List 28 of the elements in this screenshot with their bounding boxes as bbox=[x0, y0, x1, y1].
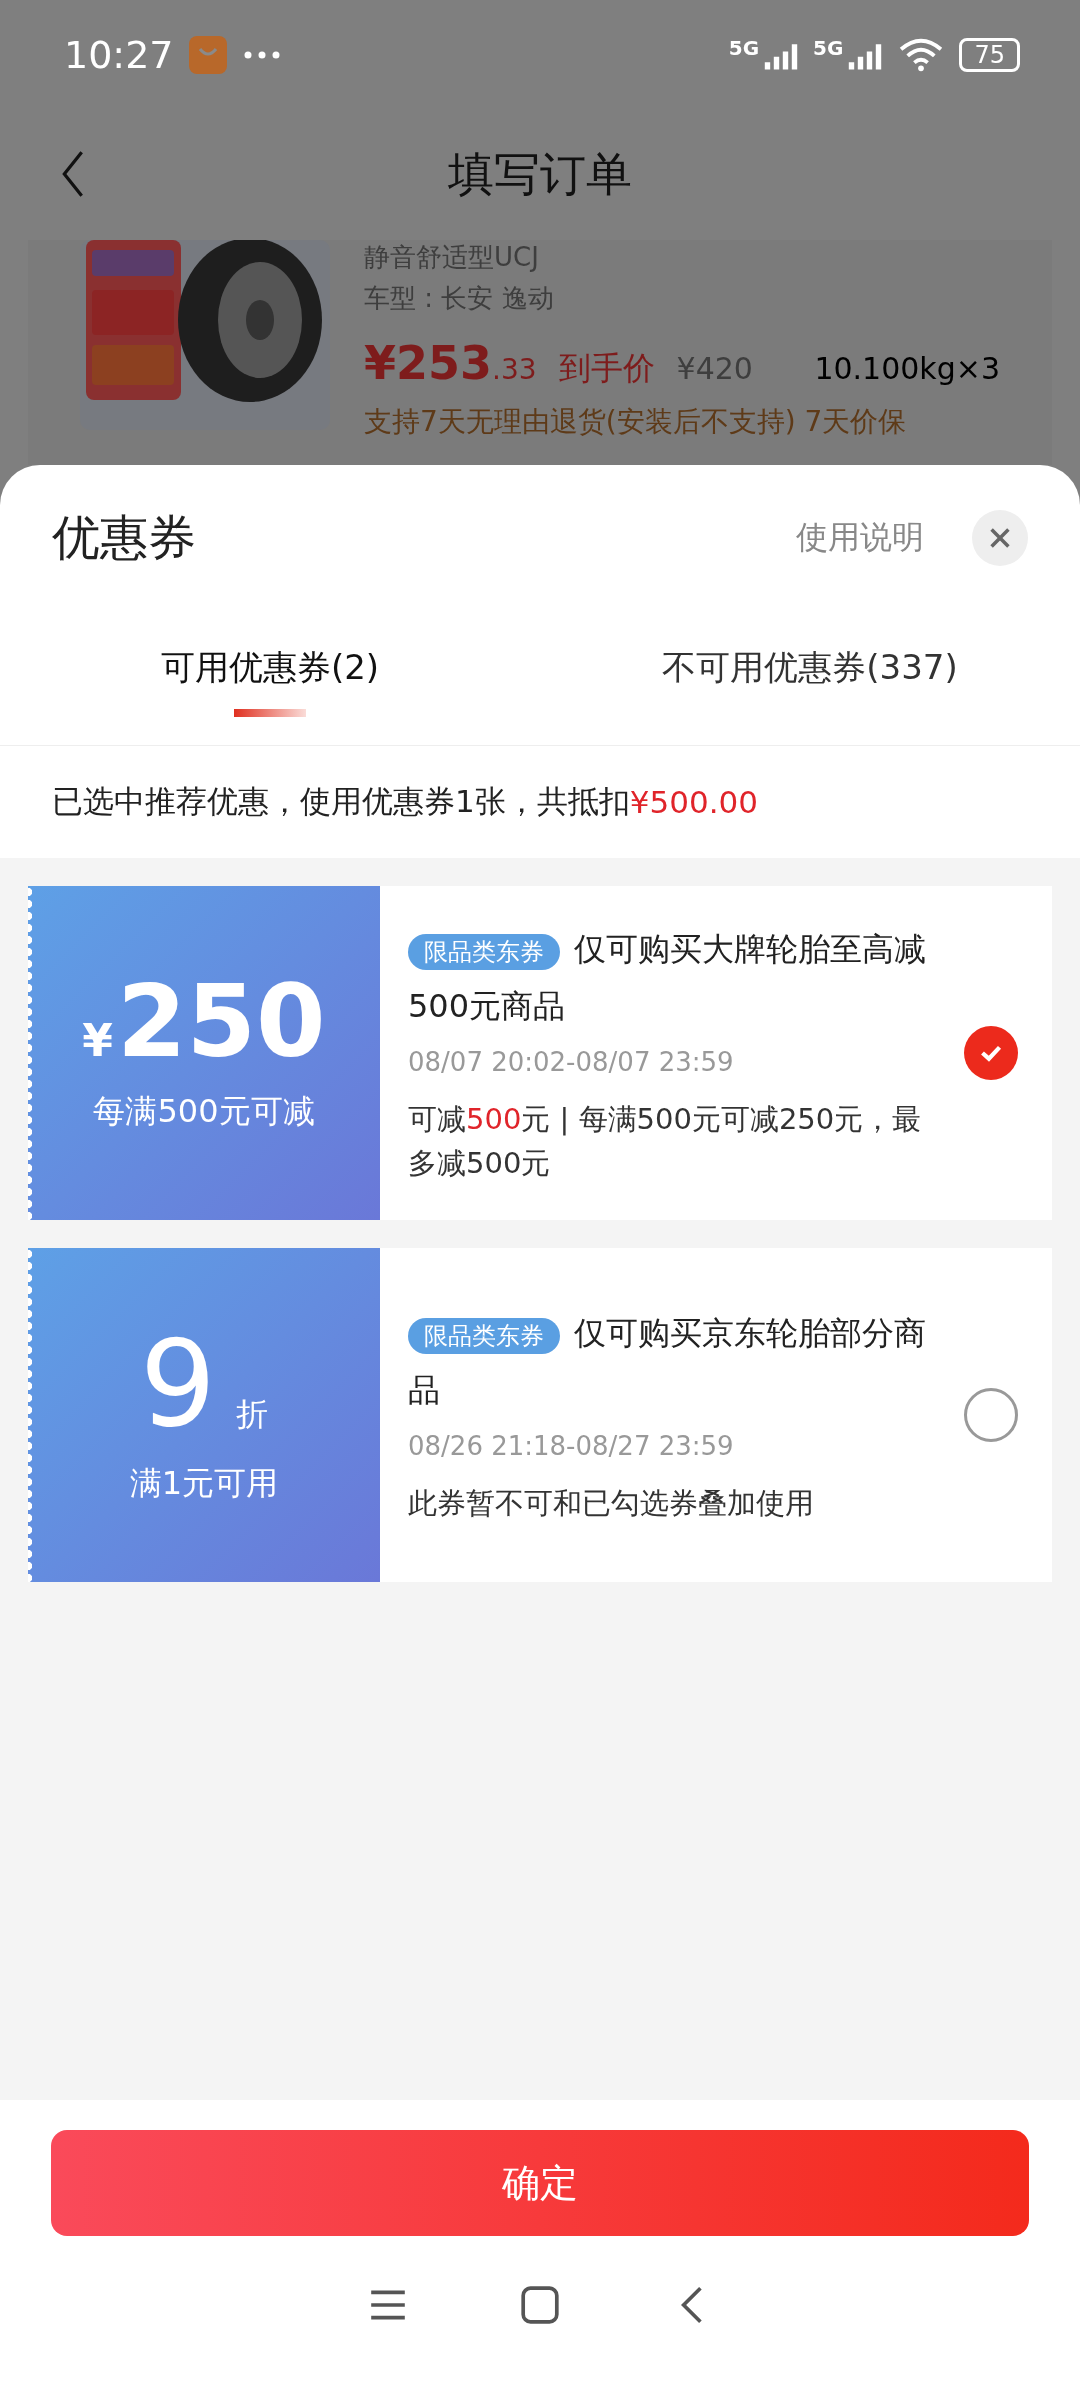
confirm-button[interactable]: 确定 bbox=[51, 2130, 1029, 2236]
coupon-period: 08/07 20:02-08/07 23:59 bbox=[408, 1046, 735, 1077]
network-type: 5G bbox=[813, 36, 844, 60]
coupon-period: 08/26 21:18-08/27 23:59 bbox=[408, 1430, 735, 1461]
summary-text: 已选中推荐优惠，使用优惠券1张，共抵扣¥500.00 bbox=[51, 782, 759, 822]
coupon-tab[interactable]: 不可用优惠券(337) bbox=[540, 610, 1080, 745]
sheet-title: 优惠券 bbox=[52, 507, 196, 567]
product-spec: 静音舒适型UCJ bbox=[364, 241, 540, 274]
coupon-tab[interactable]: 可用优惠券(2) bbox=[0, 610, 540, 745]
weight-quantity: 10.100kg×3 bbox=[814, 351, 1000, 386]
help-link[interactable]: 使用说明 bbox=[796, 515, 924, 560]
battery-indicator: 75 bbox=[959, 38, 1020, 72]
price-label: 到手价 bbox=[558, 348, 655, 389]
coupon-discount: 9 折 bbox=[139, 1324, 269, 1444]
network-type: 5G bbox=[728, 36, 760, 60]
coupon-note: 此券暂不可和已勾选券叠加使用 bbox=[408, 1484, 815, 1522]
car-model: 车型 : 长安 逸动 bbox=[364, 282, 555, 315]
coupon-amount: ¥250 bbox=[82, 972, 326, 1072]
status-time: 10:27 bbox=[64, 33, 174, 77]
coupon-condition: 满1元可用 bbox=[129, 1463, 279, 1504]
coupon-title: 限品类东券 仅可购买京东轮胎部分商品 bbox=[408, 1312, 927, 1411]
service-info: 支持7天无理由退货(安装后不支持) 7天价保 bbox=[364, 404, 908, 440]
price: ¥253.33 bbox=[364, 336, 537, 390]
coupon-condition: 每满500元可减 bbox=[93, 1091, 315, 1132]
original-price: ¥420 bbox=[676, 351, 753, 386]
coupon-note: 可减500元 | 每满500元可减250元，最多减500元 bbox=[408, 1100, 923, 1182]
coupon-title: 限品类东券 仅可购买大牌轮胎至高减500元商品 bbox=[408, 928, 927, 1027]
page-title: 填写订单 bbox=[448, 146, 632, 203]
